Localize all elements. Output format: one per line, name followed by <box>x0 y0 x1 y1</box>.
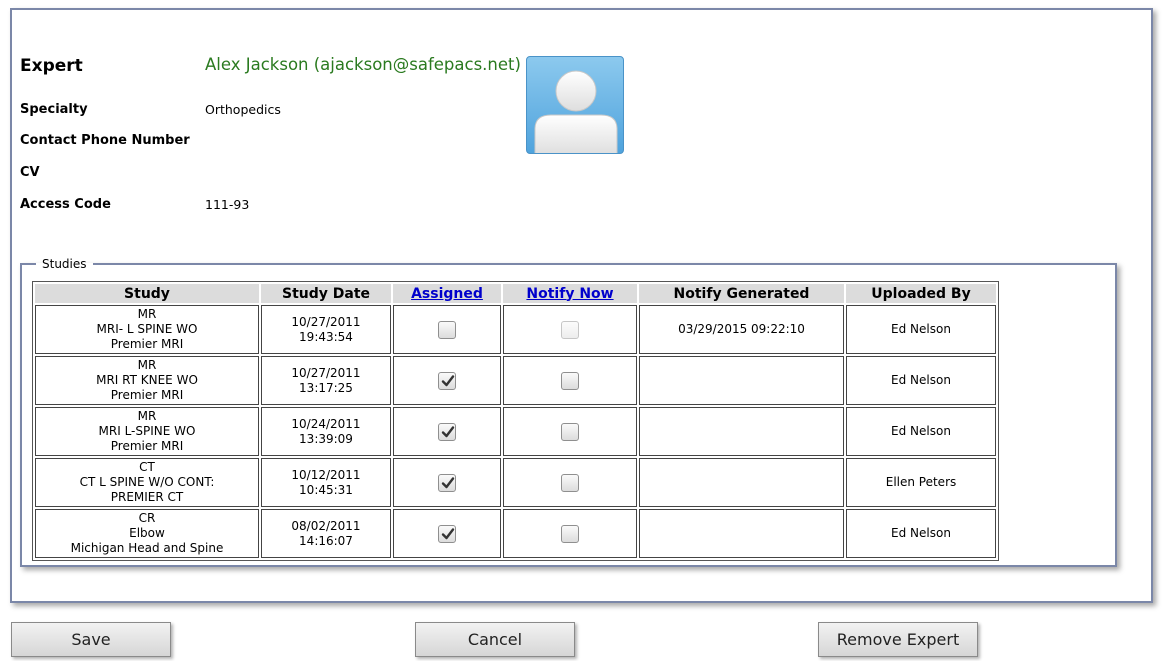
assigned-cell <box>393 509 501 558</box>
study-time: 10:45:31 <box>299 482 353 497</box>
study-facility: Premier MRI <box>110 439 184 453</box>
assigned-checkbox[interactable] <box>438 422 456 441</box>
access-code-label: Access Code <box>20 197 111 212</box>
col-assigned[interactable]: Assigned <box>393 284 501 303</box>
study-modality: CR <box>138 511 156 525</box>
studies-fieldset: Studies Study Study Date Assigned Notify… <box>20 257 1117 567</box>
study-description: MRI RT KNEE WO <box>96 373 198 387</box>
table-row: MR MRI L-SPINE WO Premier MRI 10/24/2011 13:… <box>35 407 996 456</box>
study-description: Elbow <box>129 526 165 540</box>
notify-now-checkbox[interactable] <box>561 473 579 492</box>
studies-legend: Studies <box>42 257 87 271</box>
col-study-date: Study Date <box>261 284 391 303</box>
notify-now-checkbox[interactable] <box>561 524 579 543</box>
uploaded-by-cell: Ed Nelson <box>846 305 996 354</box>
notify-generated-cell <box>639 458 844 507</box>
assigned-cell <box>393 407 501 456</box>
study-description: CT L SPINE W/O CONT: <box>79 475 215 489</box>
uploaded-by-cell: Ed Nelson <box>846 356 996 405</box>
study-date-cell: 08/02/2011 14:16:07 <box>261 509 391 558</box>
study-modality: MR <box>137 307 157 321</box>
study-time: 19:43:54 <box>299 329 353 344</box>
assigned-checkbox[interactable] <box>438 524 456 543</box>
study-date: 10/27/2011 <box>291 365 361 380</box>
cv-label: CV <box>20 165 40 180</box>
study-modality: CT <box>139 460 155 474</box>
notify-now-link[interactable]: Notify Now <box>526 286 613 302</box>
study-date: 10/27/2011 <box>291 314 361 329</box>
notify-now-checkbox <box>561 320 579 339</box>
notify-generated-cell: 03/29/2015 09:22:10 <box>639 305 844 354</box>
expert-heading: Expert <box>20 56 83 76</box>
study-date-cell: 10/27/2011 19:43:54 <box>261 305 391 354</box>
study-date-cell: 10/24/2011 13:39:09 <box>261 407 391 456</box>
specialty-value: Orthopedics <box>205 102 281 117</box>
save-button[interactable]: Save <box>11 622 171 657</box>
access-code-value: 111-93 <box>205 197 250 212</box>
table-row: CR Elbow Michigan Head and Spine 08/02/2011… <box>35 509 996 558</box>
study-cell: CT CT L SPINE W/O CONT: PREMIER CT <box>35 458 259 507</box>
uploaded-by-cell: Ellen Peters <box>846 458 996 507</box>
study-date: 08/02/2011 <box>291 518 361 533</box>
study-description: MRI- L SPINE WO <box>96 322 198 336</box>
expert-panel: Expert Alex Jackson (ajackson@safepacs.n… <box>10 8 1153 603</box>
study-cell: MR MRI L-SPINE WO Premier MRI <box>35 407 259 456</box>
study-time: 14:16:07 <box>299 533 353 548</box>
phone-label: Contact Phone Number <box>20 133 190 148</box>
study-facility: Premier MRI <box>110 388 184 402</box>
notify-now-checkbox[interactable] <box>561 422 579 441</box>
user-silhouette-icon <box>526 56 624 154</box>
notify-generated-cell <box>639 356 844 405</box>
table-row: MR MRI- L SPINE WO Premier MRI 10/27/2011 19… <box>35 305 996 354</box>
studies-table: Study Study Date Assigned Notify Now Not… <box>32 281 999 561</box>
studies-header-row: Study Study Date Assigned Notify Now Not… <box>35 284 996 303</box>
assigned-cell <box>393 458 501 507</box>
uploaded-by-cell: Ed Nelson <box>846 509 996 558</box>
uploaded-by-cell: Ed Nelson <box>846 407 996 456</box>
notify-now-cell <box>503 509 637 558</box>
study-time: 13:17:25 <box>299 380 353 395</box>
table-row: CT CT L SPINE W/O CONT: PREMIER CT 10/12/20… <box>35 458 996 507</box>
cancel-button[interactable]: Cancel <box>415 622 575 657</box>
study-cell: MR MRI RT KNEE WO Premier MRI <box>35 356 259 405</box>
specialty-label: Specialty <box>20 102 88 117</box>
notify-generated-cell <box>639 407 844 456</box>
assigned-checkbox[interactable] <box>438 371 456 390</box>
study-description: MRI L-SPINE WO <box>98 424 196 438</box>
table-row: MR MRI RT KNEE WO Premier MRI 10/27/2011 13:… <box>35 356 996 405</box>
study-modality: MR <box>137 409 157 423</box>
study-cell: CR Elbow Michigan Head and Spine <box>35 509 259 558</box>
col-notify-now[interactable]: Notify Now <box>503 284 637 303</box>
remove-expert-button[interactable]: Remove Expert <box>818 622 978 657</box>
notify-now-cell <box>503 356 637 405</box>
assigned-checkbox[interactable] <box>438 473 456 492</box>
assigned-sort-link[interactable]: Assigned <box>411 286 483 302</box>
assigned-cell <box>393 356 501 405</box>
notify-now-cell <box>503 407 637 456</box>
notify-now-cell <box>503 305 637 354</box>
study-cell: MR MRI- L SPINE WO Premier MRI <box>35 305 259 354</box>
study-date: 10/12/2011 <box>291 467 361 482</box>
col-notify-generated: Notify Generated <box>639 284 844 303</box>
assigned-checkbox[interactable] <box>438 320 456 339</box>
expert-name: Alex Jackson (ajackson@safepacs.net) <box>205 55 521 74</box>
assigned-cell <box>393 305 501 354</box>
notify-generated-cell <box>639 509 844 558</box>
study-modality: MR <box>137 358 157 372</box>
study-facility: PREMIER CT <box>110 490 184 504</box>
study-facility: Michigan Head and Spine <box>70 541 224 555</box>
study-facility: Premier MRI <box>110 337 184 351</box>
study-date-cell: 10/27/2011 13:17:25 <box>261 356 391 405</box>
notify-now-cell <box>503 458 637 507</box>
col-uploaded-by: Uploaded By <box>846 284 996 303</box>
notify-now-checkbox[interactable] <box>561 371 579 390</box>
col-study: Study <box>35 284 259 303</box>
study-date-cell: 10/12/2011 10:45:31 <box>261 458 391 507</box>
study-time: 13:39:09 <box>299 431 353 446</box>
study-date: 10/24/2011 <box>291 416 361 431</box>
